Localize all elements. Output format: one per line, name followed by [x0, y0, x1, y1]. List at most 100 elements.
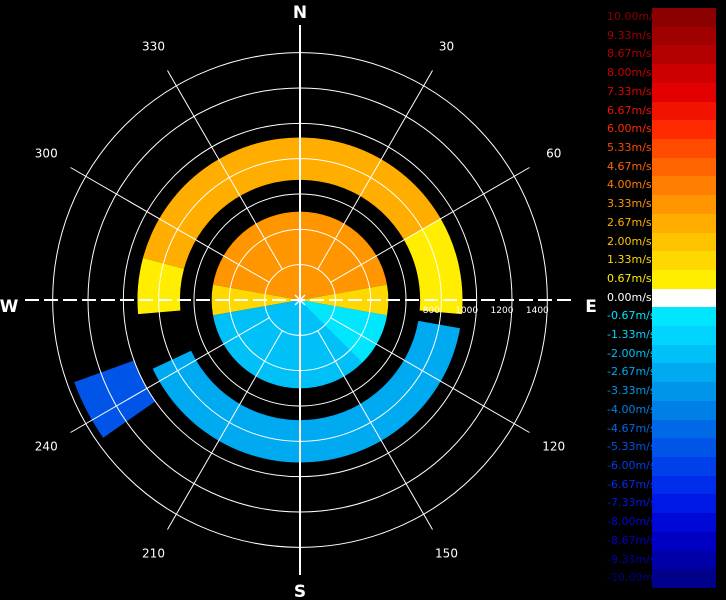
legend-label: 6.67m/s [607, 103, 652, 117]
legend-entry: 6.00m/s [607, 120, 716, 139]
legend-swatch [652, 419, 716, 439]
legend-swatch [652, 120, 716, 139]
legend-label: 4.67m/s [607, 159, 652, 173]
legend-entry: 3.33m/s [607, 195, 716, 214]
legend-swatch [652, 269, 716, 289]
legend-label: 8.00m/s [607, 66, 652, 80]
legend-swatch [652, 513, 716, 532]
legend-label: -7.33m/s [607, 496, 656, 510]
legend-swatch [652, 45, 716, 65]
legend-entry: 2.67m/s [607, 213, 716, 233]
azimuth-label-120: 120 [542, 440, 565, 454]
legend-label: -8.00m/s [607, 515, 656, 529]
legend-swatch [652, 400, 716, 420]
legend-swatch [652, 195, 716, 214]
compass-west: W [0, 297, 19, 317]
legend-swatch [652, 326, 716, 345]
range-label-800: 800 [423, 306, 440, 316]
legend-entry: 9.33m/s [607, 26, 716, 46]
legend-entry: -6.00m/s [607, 457, 716, 476]
radar-plot: 800 1000 1200 1400 30 60 120 150 210 240 300 330 N… [0, 3, 597, 600]
legend-label: 7.33m/s [607, 84, 652, 98]
legend-label: 3.33m/s [607, 197, 652, 211]
compass-north: N [293, 3, 307, 23]
legend-entry: -8.00m/s [607, 513, 716, 532]
azimuth-label-60: 60 [546, 147, 561, 161]
legend-entry: 8.67m/s [607, 45, 716, 65]
legend-entry: -2.67m/s [607, 363, 716, 383]
legend-entry: 7.33m/s [607, 82, 716, 102]
legend-entry: 4.00m/s [607, 176, 716, 196]
legend-entry: -2.00m/s [607, 344, 716, 364]
legend-label: -6.67m/s [607, 477, 656, 491]
legend-label: 8.67m/s [607, 47, 652, 61]
legend-label: -6.00m/s [607, 459, 656, 473]
azimuth-label-330: 330 [142, 39, 165, 53]
legend-label: -2.67m/s [607, 365, 656, 379]
legend-label: 2.00m/s [607, 234, 652, 248]
legend-swatch [652, 382, 716, 401]
compass-south: S [294, 582, 306, 600]
legend-label: -10.00m/s [607, 571, 663, 585]
legend-entry: -10.00m/s [607, 569, 716, 588]
azimuth-label-150: 150 [435, 547, 458, 561]
legend-entry: 0.67m/s [607, 269, 716, 289]
legend-label: 4.00m/s [607, 178, 652, 192]
legend-label: 2.67m/s [607, 215, 652, 229]
range-label-1000: 1000 [455, 306, 478, 316]
azimuth-label-210: 210 [142, 547, 165, 561]
azimuth-label-240: 240 [35, 440, 58, 454]
legend-entry: 1.33m/s [607, 251, 716, 270]
legend-swatch [652, 363, 716, 383]
legend-label: 0.00m/s [607, 290, 652, 304]
legend-swatch [652, 8, 716, 27]
legend-swatch [652, 157, 716, 177]
legend-swatch [652, 307, 716, 327]
legend-entry: -1.33m/s [607, 326, 716, 345]
legend-label: 5.33m/s [607, 140, 652, 154]
legend-label: 0.67m/s [607, 271, 652, 285]
legend-label: -0.67m/s [607, 309, 656, 323]
legend-swatch [652, 232, 716, 252]
legend-label: -1.33m/s [607, 328, 656, 342]
legend-label: -2.00m/s [607, 346, 656, 360]
legend-entry: -3.33m/s [607, 382, 716, 401]
legend-swatch [652, 64, 716, 83]
legend-swatch [652, 457, 716, 476]
legend-entry: 4.67m/s [607, 157, 716, 177]
legend-swatch [652, 101, 716, 121]
legend-swatch [652, 550, 716, 570]
legend-swatch [652, 531, 716, 551]
legend-swatch [652, 438, 716, 458]
legend-entry: -8.67m/s [607, 531, 716, 551]
legend-swatch [652, 176, 716, 196]
legend-label: -4.00m/s [607, 402, 656, 416]
azimuth-label-300: 300 [35, 147, 58, 161]
legend-label: 9.33m/s [607, 28, 652, 42]
legend-swatch [652, 251, 716, 270]
legend-label: 1.33m/s [607, 253, 652, 267]
legend-entry: 2.00m/s [607, 232, 716, 252]
legend-swatch [652, 494, 716, 514]
legend-label: -3.33m/s [607, 384, 656, 398]
legend-entry: -4.00m/s [607, 400, 716, 420]
legend-label: -4.67m/s [607, 421, 656, 435]
legend-entry: 6.67m/s [607, 101, 716, 121]
legend-entry: 10.00m/s [607, 8, 716, 27]
legend-label: 6.00m/s [607, 122, 652, 136]
legend-swatch [652, 138, 716, 158]
legend-swatch [652, 213, 716, 233]
legend-entry: -6.67m/s [607, 475, 716, 495]
legend-label: 10.00m/s [607, 10, 659, 23]
legend-entry: -4.67m/s [607, 419, 716, 439]
legend-entry: -9.33m/s [607, 550, 716, 570]
legend-swatch [652, 288, 716, 308]
legend-label: -5.33m/s [607, 440, 656, 454]
legend-entry: -7.33m/s [607, 494, 716, 514]
compass-east: E [585, 297, 597, 317]
legend-entry: 8.00m/s [607, 64, 716, 83]
legend-label: -8.67m/s [607, 533, 656, 547]
legend-swatch [652, 82, 716, 102]
range-label-1400: 1400 [526, 306, 549, 316]
velocity-legend: 10.00m/s 9.33m/s 8.67m/s 8.00m/s 7.33m/s 6.67… [607, 8, 716, 588]
